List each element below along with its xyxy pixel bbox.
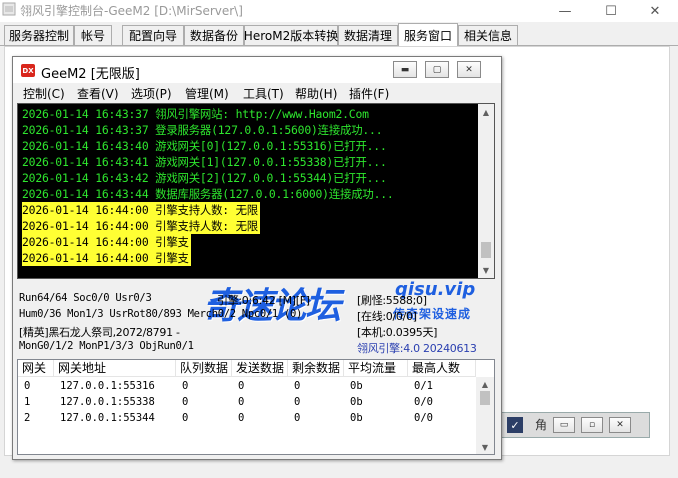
cell-max-users: 0/0 xyxy=(414,412,433,424)
column-header-avg-traffic[interactable]: 平均流量 xyxy=(344,360,408,377)
cell-queue: 0 xyxy=(182,396,189,408)
background-window-title: 角 xyxy=(535,418,548,432)
cell-max-users: 0/1 xyxy=(414,380,433,392)
log-line: 2026-01-14 16:44:00 引擎支持人数: 无限 xyxy=(22,218,260,234)
menu-tools[interactable]: 工具(T) xyxy=(243,85,284,102)
console-scroll-thumb[interactable] xyxy=(481,242,491,258)
cell-address: 127.0.0.1:55316 xyxy=(60,380,155,392)
column-header-remaining[interactable]: 剩余数据 xyxy=(288,360,344,377)
tab-account[interactable]: 帐号 xyxy=(74,25,112,45)
scroll-down-icon[interactable]: ▼ xyxy=(476,440,494,454)
background-child-window[interactable]: 角 ✓ ▭ ▫ ✕ xyxy=(500,412,650,438)
column-header-max-users[interactable]: 最高人数 xyxy=(408,360,476,377)
menu-help[interactable]: 帮助(H) xyxy=(295,85,337,102)
log-line: 2026-01-14 16:43:37 登录服务器(127.0.0.1:5600… xyxy=(22,123,383,137)
column-header-queue[interactable]: 队列数据 xyxy=(176,360,232,377)
gateway-table: 网关 网关地址 队列数据 发送数据 剩余数据 平均流量 最高人数 0 127.0… xyxy=(17,359,495,455)
tab-service-window[interactable]: 服务窗口 xyxy=(398,23,458,46)
scroll-up-icon[interactable]: ▲ xyxy=(476,377,494,391)
scroll-up-icon[interactable]: ▲ xyxy=(478,104,494,120)
status-hum: Hum0/36 Mon1/3 UsrRot80/893 Merch0/2 Npc… xyxy=(19,308,303,320)
geem2-title: GeeM2 [无限版] xyxy=(41,67,140,82)
status-run: Run64/64 Soc0/0 Usr0/3 xyxy=(19,292,152,304)
log-line: 2026-01-14 16:43:44 数据库服务器(127.0.0.1:600… xyxy=(22,187,394,201)
cell-address: 127.0.0.1:55338 xyxy=(60,396,155,408)
window-icon: ✓ xyxy=(507,417,523,433)
geem2-window: DX GeeM2 [无限版] ▬ ▢ ✕ 控制(C) 查看(V) 选项(P) 管… xyxy=(12,56,502,460)
column-header-address[interactable]: 网关地址 xyxy=(54,360,176,377)
geem2-title-bar: DX GeeM2 [无限版] ▬ ▢ ✕ xyxy=(13,57,501,83)
table-scrollbar[interactable]: ▲ ▼ xyxy=(476,377,494,454)
cell-sent: 0 xyxy=(238,396,245,408)
app-icon xyxy=(2,2,16,16)
status-refresh: [刷怪:5588;0] xyxy=(357,294,427,307)
cell-remaining: 0 xyxy=(294,412,301,424)
maximize-button[interactable]: ☐ xyxy=(588,0,634,22)
cell-sent: 0 xyxy=(238,380,245,392)
cell-gateway: 1 xyxy=(24,396,31,408)
log-line: 2026-01-14 16:44:00 引擎支持人数: 无限 xyxy=(22,202,260,218)
main-tab-bar: 服务器控制 帐号 配置向导 数据备份 HeroM2版本转换 数据清理 服务窗口 … xyxy=(0,23,678,46)
menu-manage[interactable]: 管理(M) xyxy=(185,85,229,102)
status-online: [在线:0/0/0] xyxy=(357,310,417,323)
geem2-logo-icon: DX xyxy=(21,64,35,77)
cell-address: 127.0.0.1:55344 xyxy=(60,412,155,424)
menu-control[interactable]: 控制(C) xyxy=(23,85,65,102)
minimize-button[interactable]: — xyxy=(542,0,588,22)
log-line: 2026-01-14 16:43:37 翎风引擎网站: http://www.H… xyxy=(22,107,369,121)
column-header-gateway[interactable]: 网关 xyxy=(18,360,54,377)
menu-options[interactable]: 选项(P) xyxy=(131,85,172,102)
close-button[interactable]: ✕ xyxy=(632,0,678,22)
background-window-close-button[interactable]: ✕ xyxy=(609,417,631,433)
cell-remaining: 0 xyxy=(294,396,301,408)
tab-related-info[interactable]: 相关信息 xyxy=(458,25,518,45)
log-line: 2026-01-14 16:44:00 引擎支 xyxy=(22,234,191,250)
cell-sent: 0 xyxy=(238,412,245,424)
cell-max-users: 0/0 xyxy=(414,396,433,408)
cell-gateway: 0 xyxy=(24,380,31,392)
cell-avg-traffic: 0b xyxy=(350,412,363,424)
cell-gateway: 2 xyxy=(24,412,31,424)
tab-herom2-convert[interactable]: HeroM2版本转换 xyxy=(244,25,338,45)
scroll-down-icon[interactable]: ▼ xyxy=(478,262,494,278)
console-scrollbar[interactable]: ▲ ▼ xyxy=(478,104,494,278)
cell-queue: 0 xyxy=(182,380,189,392)
log-line: 2026-01-14 16:43:40 游戏网关[0](127.0.0.1:55… xyxy=(22,139,387,153)
log-line: 2026-01-14 16:44:00 引擎支 xyxy=(22,250,191,266)
cell-queue: 0 xyxy=(182,412,189,424)
menu-plugins[interactable]: 插件(F) xyxy=(349,85,389,102)
tab-data-backup[interactable]: 数据备份 xyxy=(184,25,244,45)
status-mon: MonG0/1/2 MonP1/3/3 ObjRun0/1 xyxy=(19,340,194,352)
background-window-maximize-button[interactable]: ▫ xyxy=(581,417,603,433)
status-elite: [精英]黑石龙人祭司,2072/8791 - xyxy=(19,326,180,339)
status-version: 翎风引擎:4.0 20240613 xyxy=(357,342,477,355)
geem2-menu-bar: 控制(C) 查看(V) 选项(P) 管理(M) 工具(T) 帮助(H) 插件(F… xyxy=(13,83,501,103)
app-title-bar: 翎风引擎控制台-GeeM2 [D:\MirServer\] — ☐ ✕ xyxy=(0,0,678,22)
log-line: 2026-01-14 16:43:41 游戏网关[1](127.0.0.1:55… xyxy=(22,155,387,169)
cell-avg-traffic: 0b xyxy=(350,396,363,408)
log-console[interactable]: 2026-01-14 16:43:37 翎风引擎网站: http://www.H… xyxy=(17,103,495,279)
background-window-minimize-button[interactable]: ▭ xyxy=(553,417,575,433)
app-title: 翎风引擎控制台-GeeM2 [D:\MirServer\] xyxy=(20,4,243,18)
status-engine-uptime: 引擎:0:6:42 [M][F] xyxy=(217,294,310,307)
tab-data-cleanup[interactable]: 数据清理 xyxy=(338,25,398,45)
geem2-maximize-button[interactable]: ▢ xyxy=(425,61,449,78)
menu-view[interactable]: 查看(V) xyxy=(77,85,119,102)
column-header-sent[interactable]: 发送数据 xyxy=(232,360,288,377)
geem2-minimize-button[interactable]: ▬ xyxy=(393,61,417,78)
tab-server-control[interactable]: 服务器控制 xyxy=(4,25,74,45)
log-line: 2026-01-14 16:43:42 游戏网关[2](127.0.0.1:55… xyxy=(22,171,387,185)
table-scroll-thumb[interactable] xyxy=(480,391,490,405)
geem2-close-button[interactable]: ✕ xyxy=(457,61,481,78)
status-local: [本机:0.0395天] xyxy=(357,326,438,339)
tab-config-wizard[interactable]: 配置向导 xyxy=(122,25,184,45)
cell-avg-traffic: 0b xyxy=(350,380,363,392)
cell-remaining: 0 xyxy=(294,380,301,392)
